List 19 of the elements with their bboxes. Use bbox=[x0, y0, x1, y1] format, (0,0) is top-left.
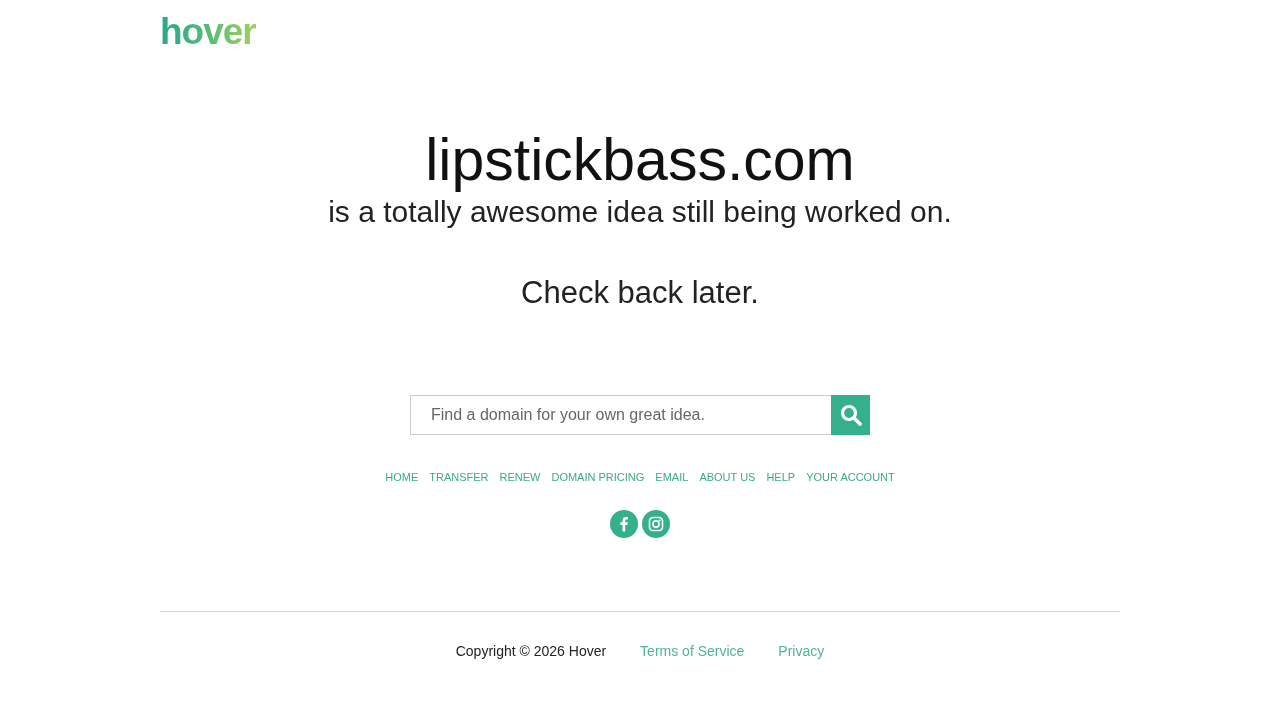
instagram-icon[interactable] bbox=[642, 510, 670, 538]
copyright-text: Copyright © 2026 Hover bbox=[455, 642, 607, 661]
domain-title: lipstickbass.com bbox=[425, 128, 855, 192]
facebook-icon[interactable] bbox=[610, 510, 638, 538]
nav-link[interactable]: TRANSFER bbox=[429, 470, 489, 484]
search-button[interactable] bbox=[831, 395, 870, 435]
subtitle: is a totally awesome idea still being worked on. bbox=[328, 194, 952, 230]
nav-link[interactable]: RENEW bbox=[499, 470, 541, 484]
check-back-note: Check back later. bbox=[521, 274, 759, 312]
nav-link[interactable]: YOUR ACCOUNT bbox=[806, 470, 895, 484]
nav-link[interactable]: ABOUT US bbox=[699, 470, 756, 484]
nav-link[interactable]: DOMAIN PRICING bbox=[551, 470, 645, 484]
domain-search-field[interactable]: Find a domain for your own great idea. bbox=[410, 395, 831, 435]
nav-link[interactable]: HELP bbox=[766, 470, 796, 484]
search-icon bbox=[839, 404, 862, 426]
nav-link[interactable]: HOME bbox=[385, 470, 419, 484]
footer-link[interactable]: Privacy bbox=[778, 641, 825, 661]
nav-link[interactable]: EMAIL bbox=[655, 470, 689, 484]
footer-link[interactable]: Terms of Service bbox=[640, 641, 745, 661]
